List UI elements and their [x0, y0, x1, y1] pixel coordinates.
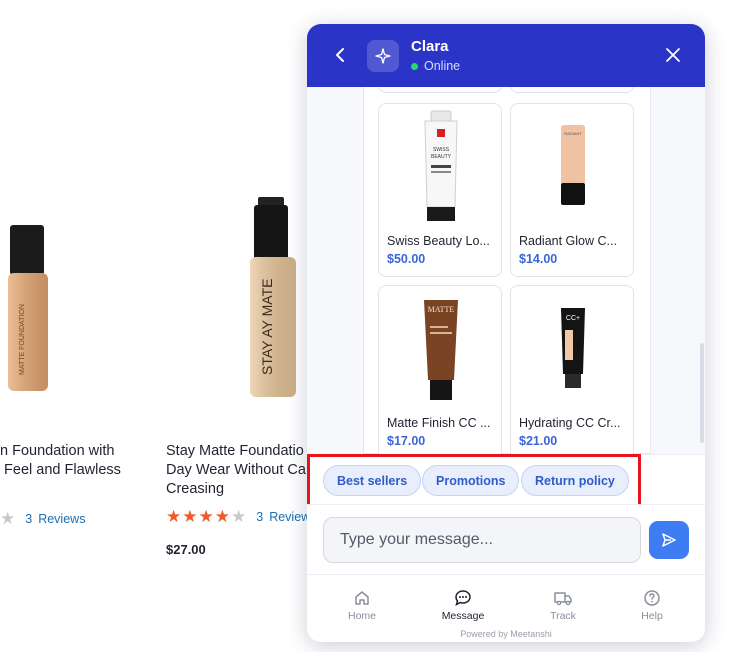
svg-text:SWISS: SWISS: [433, 147, 450, 153]
send-icon: [662, 533, 676, 547]
product-card-partial[interactable]: [378, 87, 502, 93]
product-name: Swiss Beauty Lo...: [387, 234, 490, 248]
nav-message[interactable]: Message: [428, 589, 498, 622]
back-button[interactable]: [329, 44, 351, 66]
svg-text:MATTE FOUNDATION: MATTE FOUNDATION: [19, 304, 26, 375]
nav-label: Home: [347, 610, 376, 622]
nav-label: Track: [550, 610, 576, 622]
product-price-stay-matte: $27.00: [166, 542, 206, 557]
chat-header: Clara Online: [307, 24, 705, 87]
send-button[interactable]: [649, 521, 689, 559]
agent-status: Online: [411, 59, 460, 73]
product-card[interactable]: SWISS BEAUTY Swiss Beauty Lo... $50.00: [378, 103, 502, 277]
message-composer: [307, 504, 705, 574]
nav-label: Help: [641, 610, 663, 622]
reviews-link[interactable]: Reviews: [38, 512, 85, 526]
chevron-left-icon: [336, 48, 344, 62]
svg-text:MATTE: MATTE: [428, 305, 455, 314]
agent-name: Clara: [411, 38, 449, 55]
product-reviews-foundation-1[interactable]: ★ 3 Reviews: [0, 510, 85, 527]
nav-track[interactable]: Track: [528, 589, 598, 622]
svg-text:STAY AY MATE: STAY AY MATE: [259, 279, 275, 375]
rating-stars: ★: [0, 509, 16, 528]
message-icon: [455, 590, 471, 607]
nav-label: Message: [441, 610, 485, 622]
product-price: $14.00: [519, 252, 558, 266]
product-name: Matte Finish CC ...: [387, 416, 491, 430]
svg-text:CC+: CC+: [566, 315, 580, 322]
product-card-partial[interactable]: [510, 87, 634, 93]
review-count: 3: [25, 511, 33, 526]
message-input[interactable]: [323, 517, 641, 563]
product-card[interactable]: CC+ Hydrating CC Cr... $21.00: [510, 285, 634, 454]
truck-icon: [554, 592, 572, 606]
rating-stars: ★ ★ ★ ★ ★: [166, 507, 247, 526]
product-image: CC+: [511, 286, 633, 410]
chat-widget: Clara Online SWISS BEAUTY Swiss Beauty L…: [307, 24, 705, 642]
bottom-nav: Home Message Track Help Powered by Meeta…: [307, 574, 705, 642]
close-icon: [666, 48, 680, 62]
product-name: Hydrating CC Cr...: [519, 416, 621, 430]
product-price: $17.00: [387, 434, 426, 448]
svg-text:RADIANT: RADIANT: [564, 131, 582, 136]
product-name: Radiant Glow C...: [519, 234, 617, 248]
home-icon: [355, 591, 369, 605]
product-image-stay-matte[interactable]: STAY AY MATE: [244, 195, 310, 405]
product-price: $21.00: [519, 434, 558, 448]
message-scrollbar[interactable]: [700, 343, 704, 443]
product-card[interactable]: RADIANT Radiant Glow C... $14.00: [510, 103, 634, 277]
product-image: SWISS BEAUTY: [379, 104, 501, 228]
help-icon: [644, 590, 660, 606]
status-label: Online: [424, 59, 461, 73]
highlight-box: [307, 454, 641, 509]
online-dot-icon: [411, 62, 418, 70]
nav-home[interactable]: Home: [327, 589, 397, 622]
product-card[interactable]: MATTE Matte Finish CC ... $17.00: [378, 285, 502, 454]
review-count: 3: [256, 509, 264, 524]
product-image: MATTE: [379, 286, 501, 410]
message-area[interactable]: SWISS BEAUTY Swiss Beauty Lo... $50.00 R…: [307, 87, 705, 454]
svg-text:BEAUTY: BEAUTY: [431, 154, 452, 160]
product-title-foundation-1[interactable]: n Foundation with Feel and Flawless: [0, 442, 150, 480]
agent-avatar: [367, 40, 399, 72]
product-carousel[interactable]: SWISS BEAUTY Swiss Beauty Lo... $50.00 R…: [363, 87, 651, 454]
sparkle-icon: [375, 48, 391, 64]
product-image: RADIANT: [511, 104, 633, 228]
product-price: $50.00: [387, 252, 426, 266]
product-image-foundation-1[interactable]: MATTE FOUNDATION: [0, 225, 60, 400]
powered-by: Powered by Meetanshi: [460, 629, 552, 639]
close-button[interactable]: [663, 45, 683, 65]
nav-help[interactable]: Help: [617, 589, 687, 622]
product-reviews-stay-matte[interactable]: ★ ★ ★ ★ ★ 3 Reviews: [166, 508, 316, 525]
